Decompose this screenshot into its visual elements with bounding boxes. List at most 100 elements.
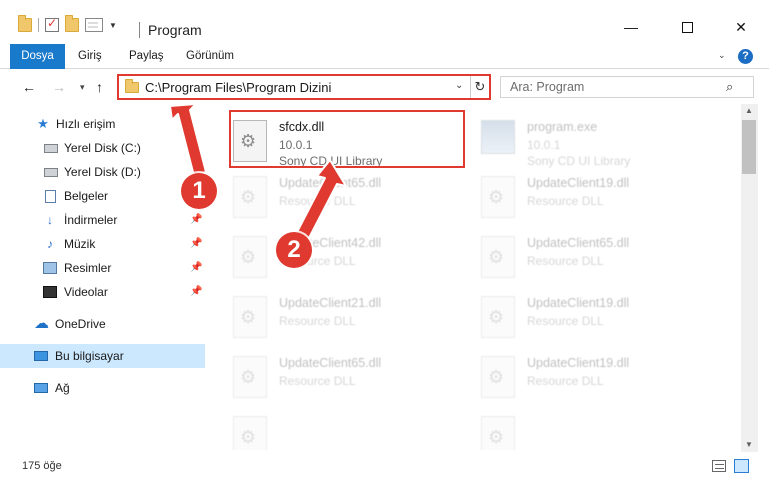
downloads-icon: ↓	[47, 213, 53, 227]
chevron-down-icon[interactable]: ▼	[109, 21, 117, 30]
back-button[interactable]: ←	[22, 79, 36, 95]
gear-icon: ⚙	[488, 427, 505, 447]
file-name: UpdateClient19.dll	[527, 296, 630, 310]
network-icon	[34, 383, 48, 393]
navigation-pane: ★ Hızlı erişim Yerel Disk (C:) Yerel Dis…	[0, 108, 212, 450]
file-name: UpdateClient19.dll	[527, 356, 630, 370]
file-description: Resource DLL	[527, 194, 604, 208]
pc-icon	[34, 351, 48, 361]
sidebar-item-pictures[interactable]: Resimler 📌	[0, 256, 205, 280]
pin-icon[interactable]: 📌	[190, 256, 202, 280]
close-icon: ✕	[735, 18, 747, 35]
address-bar[interactable]: C:\Program Files\Program Dizini ⌄ ↻	[117, 74, 491, 100]
file-tile[interactable]: ⚙ UpdateClient65.dll Resource DLL	[213, 348, 453, 404]
file-tile[interactable]: ⚙	[213, 408, 453, 450]
scrollbar-thumb[interactable]	[742, 120, 756, 174]
scroll-up-icon[interactable]: ▲	[745, 106, 753, 115]
file-tile[interactable]: ⚙ UpdateClient65.dll Resource DLL	[213, 168, 453, 224]
file-name: UpdateClient21.dll	[279, 296, 382, 310]
item-count: 175 öğe	[22, 460, 62, 472]
sidebar-item-local-disk-d[interactable]: Yerel Disk (D:)	[0, 160, 205, 184]
dll-file-icon: ⚙	[481, 416, 515, 450]
exe-file-icon	[481, 120, 515, 154]
pin-icon[interactable]: 📌	[190, 208, 202, 232]
drive-icon	[44, 168, 58, 177]
file-tile-program-exe[interactable]: program.exe 10.0.1 Sony CD UI Library	[461, 112, 701, 168]
sidebar-item-label: Hızlı erişim	[56, 117, 116, 131]
gear-icon: ⚙	[488, 367, 505, 387]
file-description: Resource DLL	[279, 194, 356, 208]
file-tile[interactable]: ⚙	[461, 408, 701, 450]
sidebar-item-label: Videolar	[64, 285, 108, 299]
properties-check-icon[interactable]	[45, 16, 59, 32]
file-description: Resource DLL	[279, 374, 356, 388]
tab-home[interactable]: Giriş	[70, 44, 110, 69]
refresh-button[interactable]: ↻	[470, 76, 489, 98]
tab-file[interactable]: Dosya	[10, 44, 65, 69]
sidebar-item-videos[interactable]: Videolar 📌	[0, 280, 205, 304]
file-name: program.exe	[527, 120, 598, 134]
vertical-scrollbar[interactable]: ▲ ▼	[741, 104, 758, 452]
folder-icon[interactable]	[18, 15, 32, 32]
file-tile[interactable]: ⚙ UpdateClient19.dll Resource DLL	[461, 288, 701, 344]
file-name: UpdateClient65.dll	[279, 176, 382, 190]
drive-icon	[44, 144, 58, 153]
file-tile[interactable]: ⚙ UpdateClient65.dll Resource DLL	[461, 228, 701, 284]
sidebar-item-documents[interactable]: Belgeler	[0, 184, 205, 208]
file-version: 10.0.1	[527, 138, 561, 152]
dll-file-icon: ⚙	[233, 416, 267, 450]
pictures-icon	[43, 262, 57, 274]
up-button[interactable]: ↑	[96, 79, 103, 95]
sidebar-item-label: OneDrive	[55, 317, 106, 331]
help-icon[interactable]: ?	[738, 49, 753, 64]
navigation-bar: ← → ▾ ↑ C:\Program Files\Program Dizini …	[0, 70, 769, 104]
dll-file-icon: ⚙	[233, 296, 267, 338]
tiles-view-icon[interactable]	[734, 459, 749, 473]
search-icon[interactable]: ⌕	[726, 79, 733, 95]
sidebar-item-this-pc[interactable]: Bu bilgisayar	[0, 344, 205, 368]
address-path[interactable]: C:\Program Files\Program Dizini	[145, 80, 331, 95]
file-name: UpdateClient65.dll	[527, 236, 630, 250]
file-tile[interactable]: ⚙ UpdateClient19.dll Resource DLL	[461, 168, 701, 224]
videos-icon	[43, 286, 57, 298]
file-tile[interactable]: ⚙ UpdateClient19.dll Resource DLL	[461, 348, 701, 404]
documents-icon	[45, 190, 56, 203]
scroll-down-icon[interactable]: ▼	[745, 440, 753, 449]
music-icon: ♪	[47, 237, 53, 251]
sidebar-item-music[interactable]: ♪ Müzik 📌	[0, 232, 205, 256]
step-badge-2: 2	[276, 232, 312, 268]
file-name: UpdateClient19.dll	[527, 176, 630, 190]
search-input[interactable]: Ara: Program ⌕	[500, 76, 754, 98]
recent-locations-button[interactable]: ▾	[80, 82, 85, 93]
sidebar-item-label: Bu bilgisayar	[55, 349, 124, 363]
close-button[interactable]: ✕	[718, 10, 764, 44]
tab-share[interactable]: Paylaş	[121, 44, 172, 69]
customize-icon[interactable]	[85, 18, 103, 32]
onedrive-icon: ☁	[34, 315, 49, 332]
sidebar-item-downloads[interactable]: ↓ İndirmeler 📌	[0, 208, 205, 232]
forward-button[interactable]: →	[52, 79, 66, 95]
sidebar-item-local-disk-c[interactable]: Yerel Disk (C:)	[0, 136, 205, 160]
new-folder-icon[interactable]	[65, 15, 79, 32]
pin-icon[interactable]: 📌	[190, 232, 202, 256]
step-badge-1: 1	[181, 173, 217, 209]
file-tile[interactable]: ⚙ UpdateClient42.dll Resource DLL	[213, 228, 453, 284]
minimize-button[interactable]: —	[608, 10, 654, 44]
sidebar-item-quick-access[interactable]: ★ Hızlı erişim	[0, 112, 205, 136]
gear-icon: ⚙	[488, 187, 505, 207]
details-view-icon[interactable]	[712, 460, 726, 472]
expand-ribbon-icon[interactable]: ⌄	[718, 50, 726, 61]
dll-file-icon: ⚙	[481, 356, 515, 398]
sidebar-item-onedrive[interactable]: ☁ OneDrive	[0, 312, 205, 336]
quick-access-toolbar: ▼	[18, 15, 117, 32]
tab-view[interactable]: Görünüm	[178, 44, 242, 69]
file-description: Resource DLL	[527, 254, 604, 268]
maximize-button[interactable]	[664, 10, 710, 44]
address-dropdown-icon[interactable]: ⌄	[455, 80, 463, 91]
file-description: Resource DLL	[279, 314, 356, 328]
file-description: Sony CD UI Library	[527, 154, 631, 168]
sidebar-item-network[interactable]: Ağ	[0, 376, 205, 400]
pin-icon[interactable]: 📌	[190, 280, 202, 304]
star-icon: ★	[37, 116, 49, 131]
file-tile[interactable]: ⚙ UpdateClient21.dll Resource DLL	[213, 288, 453, 344]
